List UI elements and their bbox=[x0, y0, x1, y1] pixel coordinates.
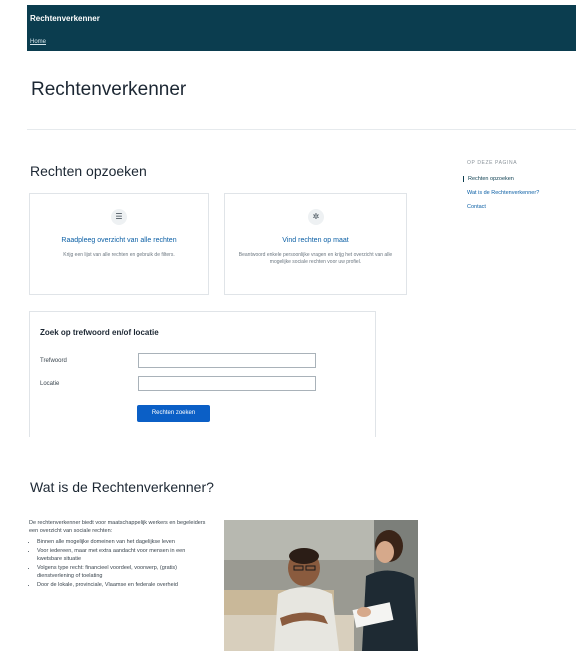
about-text: De rechtenverkenner biedt voor maatschap… bbox=[29, 519, 209, 590]
card-custom-rights-title[interactable]: Vind rechten op maat bbox=[225, 237, 406, 244]
location-label: Locatie bbox=[40, 381, 60, 387]
card-custom-rights-desc: Beantwoord enkele persoonlijke vragen en… bbox=[238, 252, 393, 265]
site-header: Rechtenverkenner Home bbox=[27, 5, 576, 51]
table-of-contents: Rechten opzoeken Wat is de Rechtenverken… bbox=[463, 176, 539, 218]
site-brand[interactable]: Rechtenverkenner bbox=[30, 14, 100, 23]
location-input[interactable] bbox=[138, 376, 316, 391]
keyword-input[interactable] bbox=[138, 353, 316, 368]
about-bullet: Binnen alle mogelijke domeinen van het d… bbox=[37, 538, 209, 546]
search-rights-button[interactable]: Rechten zoeken bbox=[137, 405, 210, 422]
divider bbox=[27, 129, 576, 130]
search-form-title: Zoek op trefwoord en/of locatie bbox=[40, 328, 159, 337]
keyword-label: Trefwoord bbox=[40, 358, 67, 364]
about-bullet: Voor iedereen, maar met extra aandacht v… bbox=[37, 547, 209, 563]
toc-item-about[interactable]: Wat is de Rechtenverkenner? bbox=[463, 190, 539, 196]
page-title: Rechtenverkenner bbox=[31, 79, 187, 100]
search-form: Zoek op trefwoord en/of locatie Trefwoor… bbox=[29, 311, 376, 437]
about-bullet: Volgens type recht: financieel voordeel,… bbox=[37, 564, 209, 580]
card-all-rights-title[interactable]: Raadpleeg overzicht van alle rechten bbox=[30, 237, 208, 244]
gear-icon: ✲ bbox=[308, 209, 324, 225]
toc-heading: OP DEZE PAGINA bbox=[467, 160, 518, 166]
toc-item-search[interactable]: Rechten opzoeken bbox=[463, 176, 539, 182]
card-all-rights[interactable]: ☰ Raadpleeg overzicht van alle rechten K… bbox=[29, 193, 209, 295]
card-all-rights-desc: Krijg een lijst van alle rechten en gebr… bbox=[63, 252, 175, 258]
about-bullet: Door de lokale, provinciale, Vlaamse en … bbox=[37, 581, 209, 589]
breadcrumb-home-link[interactable]: Home bbox=[30, 39, 46, 45]
list-icon: ☰ bbox=[111, 209, 127, 225]
section-title-search: Rechten opzoeken bbox=[30, 163, 147, 179]
section-title-about: Wat is de Rechtenverkenner? bbox=[30, 479, 214, 495]
about-list: Binnen alle mogelijke domeinen van het d… bbox=[29, 538, 209, 589]
toc-item-contact[interactable]: Contact bbox=[463, 204, 539, 210]
consultation-photo bbox=[224, 520, 418, 651]
about-intro: De rechtenverkenner biedt voor maatschap… bbox=[29, 520, 206, 534]
card-custom-rights[interactable]: ✲ Vind rechten op maat Beantwoord enkele… bbox=[224, 193, 407, 295]
